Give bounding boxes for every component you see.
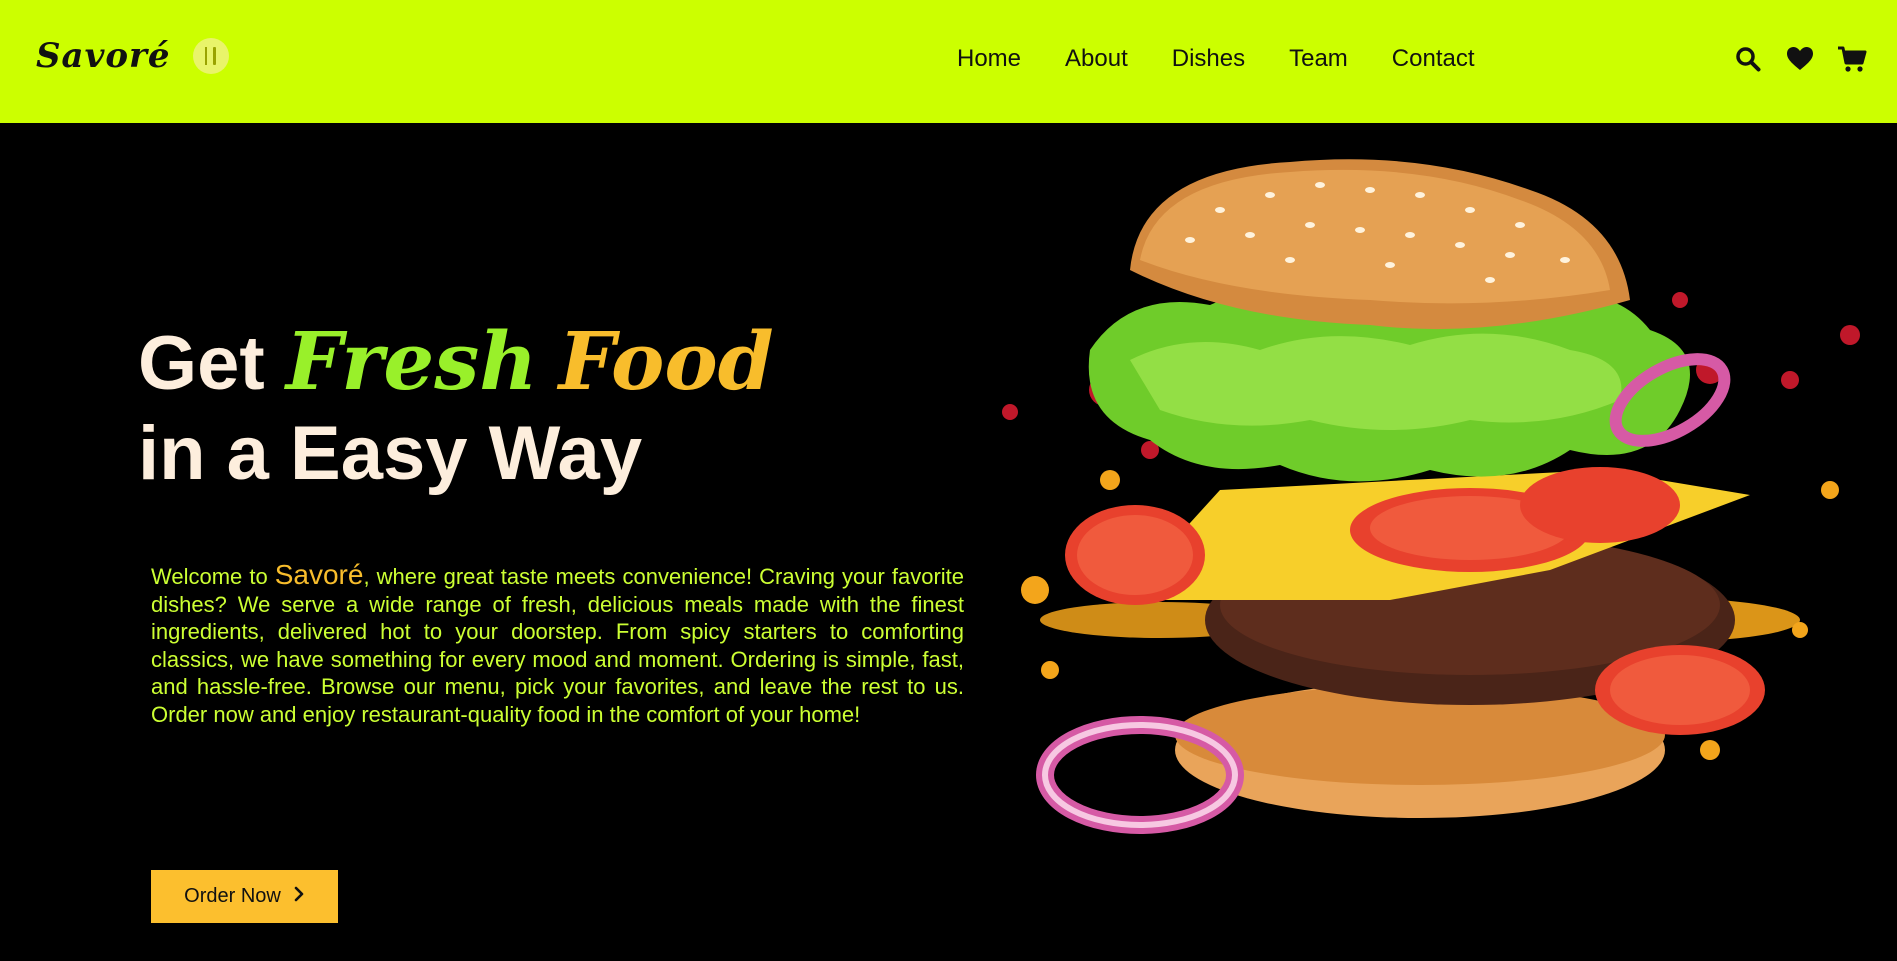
desc-brand-word: Savoré	[274, 559, 364, 590]
hero-description: Welcome to Savoré, where great taste mee…	[151, 561, 964, 728]
order-now-label: Order Now	[184, 885, 281, 907]
nav-home[interactable]: Home	[957, 45, 1021, 73]
hero-title: Get Fresh Food in a Easy Way	[138, 316, 774, 499]
search-icon[interactable]	[1733, 44, 1763, 74]
nav-dishes[interactable]: Dishes	[1172, 45, 1245, 73]
cutlery-icon	[192, 38, 229, 74]
chevron-right-icon	[293, 885, 305, 908]
burger-image	[1002, 159, 1860, 834]
nav-icons	[1733, 44, 1867, 74]
desc-prefix: Welcome to	[151, 564, 275, 589]
brand-logo[interactable]: Savoré	[36, 36, 229, 76]
heart-icon[interactable]	[1785, 44, 1815, 74]
nav-contact[interactable]: Contact	[1392, 45, 1475, 73]
navbar: Savoré Home About Dishes Team Contact	[0, 0, 1897, 123]
hero-title-line2: in a Easy Way	[138, 411, 643, 496]
hero-title-word-food: Food	[558, 314, 774, 408]
nav-about[interactable]: About	[1065, 45, 1128, 73]
order-now-button[interactable]: Order Now	[151, 870, 338, 923]
brand-name: Savoré	[36, 36, 171, 76]
nav-team[interactable]: Team	[1289, 45, 1348, 73]
cart-icon[interactable]	[1837, 44, 1867, 74]
hero-title-word-fresh: Fresh	[285, 314, 538, 408]
main-nav: Home About Dishes Team Contact	[957, 45, 1519, 73]
hero-title-word-get: Get	[138, 321, 265, 406]
